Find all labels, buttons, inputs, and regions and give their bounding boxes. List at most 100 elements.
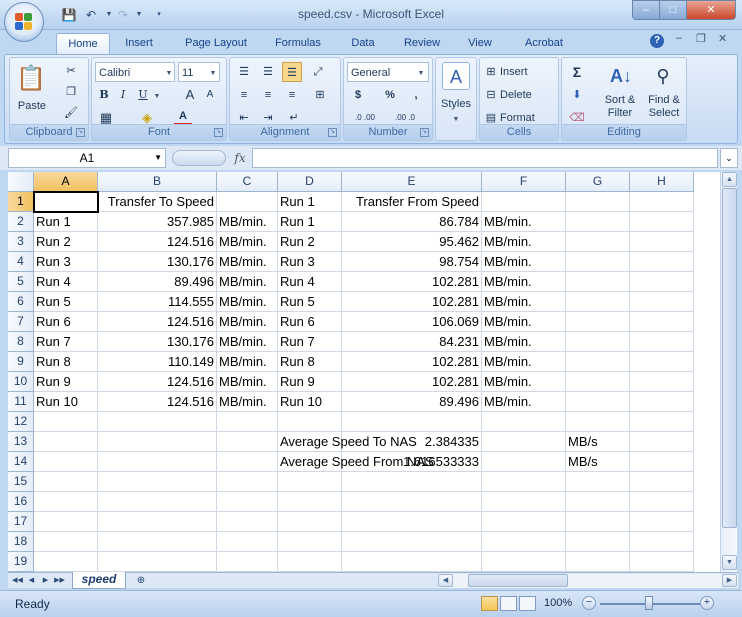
cell-c14[interactable] (217, 452, 278, 472)
office-button[interactable] (4, 2, 44, 42)
tab-review[interactable]: Review (396, 33, 448, 54)
alignment-launcher-icon[interactable]: ↘ (328, 128, 337, 137)
cell-c12[interactable] (217, 412, 278, 432)
cell-a1[interactable] (34, 192, 98, 212)
cell-g10[interactable] (566, 372, 630, 392)
cell-a11[interactable]: Run 10 (34, 392, 98, 412)
cell-g8[interactable] (566, 332, 630, 352)
cell-b19[interactable] (98, 552, 217, 572)
cell-h13[interactable] (630, 432, 694, 452)
name-box[interactable]: A1 ▼ (8, 148, 166, 168)
cell-g1[interactable] (566, 192, 630, 212)
find-select-icon[interactable]: ⚲ (648, 62, 678, 90)
cell-d13[interactable]: Average Speed To NAS (278, 432, 417, 452)
cell-d18[interactable] (278, 532, 342, 552)
page-layout-view-icon[interactable] (500, 596, 517, 611)
column-header-b[interactable]: B (98, 172, 217, 192)
cell-b2[interactable]: 357.985 (98, 212, 217, 232)
cell-f17[interactable] (482, 512, 566, 532)
prev-sheet-icon[interactable]: ◀ (26, 574, 37, 587)
cell-b16[interactable] (98, 492, 217, 512)
cell-f14[interactable] (482, 452, 566, 472)
cell-g2[interactable] (566, 212, 630, 232)
cell-h9[interactable] (630, 352, 694, 372)
autosum-button[interactable]: Σ (568, 62, 586, 82)
cell-c10[interactable]: MB/min. (217, 372, 278, 392)
cell-c11[interactable]: MB/min. (217, 392, 278, 412)
cell-f9[interactable]: MB/min. (482, 352, 566, 372)
cell-e13[interactable]: 2.384335 (342, 432, 482, 452)
row-header-4[interactable]: 4 (8, 252, 34, 272)
cell-f13[interactable] (482, 432, 566, 452)
underline-button[interactable]: U (134, 85, 152, 105)
cell-e3[interactable]: 95.462 (342, 232, 482, 252)
name-box-dropdown-icon[interactable]: ▼ (154, 149, 162, 167)
cell-g12[interactable] (566, 412, 630, 432)
cell-b3[interactable]: 124.516 (98, 232, 217, 252)
cell-c18[interactable] (217, 532, 278, 552)
cell-a3[interactable]: Run 2 (34, 232, 98, 252)
italic-button[interactable]: I (114, 85, 132, 105)
cell-b6[interactable]: 114.555 (98, 292, 217, 312)
cell-d14[interactable]: Average Speed From NAS (278, 452, 434, 472)
font-size-dropdown-icon[interactable]: ▼ (208, 62, 218, 82)
zoom-in-icon[interactable]: + (700, 596, 714, 610)
cell-a12[interactable] (34, 412, 98, 432)
cell-c13[interactable] (217, 432, 278, 452)
cell-f16[interactable] (482, 492, 566, 512)
cell-b4[interactable]: 130.176 (98, 252, 217, 272)
normal-view-icon[interactable] (481, 596, 498, 611)
cell-h12[interactable] (630, 412, 694, 432)
cell-f4[interactable]: MB/min. (482, 252, 566, 272)
format-painter-icon[interactable]: 🖌 (62, 103, 80, 123)
cell-g3[interactable] (566, 232, 630, 252)
row-header-6[interactable]: 6 (8, 292, 34, 312)
row-header-8[interactable]: 8 (8, 332, 34, 352)
cell-a6[interactable]: Run 5 (34, 292, 98, 312)
sort-filter-icon[interactable]: A↓ (604, 62, 638, 90)
cell-b12[interactable] (98, 412, 217, 432)
cell-d2[interactable]: Run 1 (278, 212, 342, 232)
sheet-tab-speed[interactable]: speed (72, 572, 126, 589)
cell-c4[interactable]: MB/min. (217, 252, 278, 272)
cell-f18[interactable] (482, 532, 566, 552)
cell-e11[interactable]: 89.496 (342, 392, 482, 412)
cell-d12[interactable] (278, 412, 342, 432)
grow-font-button[interactable]: A (182, 85, 198, 105)
styles-dropdown-icon[interactable]: ▼ (436, 108, 476, 128)
cell-h1[interactable] (630, 192, 694, 212)
cell-h16[interactable] (630, 492, 694, 512)
cell-h19[interactable] (630, 552, 694, 572)
cell-a2[interactable]: Run 1 (34, 212, 98, 232)
cell-e7[interactable]: 106.069 (342, 312, 482, 332)
cell-e4[interactable]: 98.754 (342, 252, 482, 272)
align-left-icon[interactable]: ≡ (234, 85, 254, 105)
cell-d11[interactable]: Run 10 (278, 392, 342, 412)
cell-f15[interactable] (482, 472, 566, 492)
cell-e2[interactable]: 86.784 (342, 212, 482, 232)
cell-d4[interactable]: Run 3 (278, 252, 342, 272)
cell-b5[interactable]: 89.496 (98, 272, 217, 292)
cell-e15[interactable] (342, 472, 482, 492)
font-name-select[interactable]: Calibri (95, 62, 175, 82)
styles-icon[interactable]: A (442, 62, 470, 90)
cell-d17[interactable] (278, 512, 342, 532)
cell-f19[interactable] (482, 552, 566, 572)
row-header-7[interactable]: 7 (8, 312, 34, 332)
row-header-18[interactable]: 18 (8, 532, 34, 552)
underline-dropdown-icon[interactable]: ▼ (152, 85, 162, 105)
cell-g6[interactable] (566, 292, 630, 312)
number-format-dropdown-icon[interactable]: ▼ (416, 62, 426, 82)
cell-f6[interactable]: MB/min. (482, 292, 566, 312)
select-all-button[interactable] (8, 172, 34, 192)
cell-g17[interactable] (566, 512, 630, 532)
comma-button[interactable]: , (406, 85, 426, 105)
cell-h10[interactable] (630, 372, 694, 392)
align-top-icon[interactable]: ☰ (234, 62, 254, 82)
tab-data[interactable]: Data (340, 33, 386, 54)
cell-f11[interactable]: MB/min. (482, 392, 566, 412)
workbook-close-icon[interactable]: ✕ (718, 32, 727, 45)
cell-c7[interactable]: MB/min. (217, 312, 278, 332)
align-center-icon[interactable]: ≡ (258, 85, 278, 105)
cell-e14[interactable]: 1.616533333 (342, 452, 482, 472)
